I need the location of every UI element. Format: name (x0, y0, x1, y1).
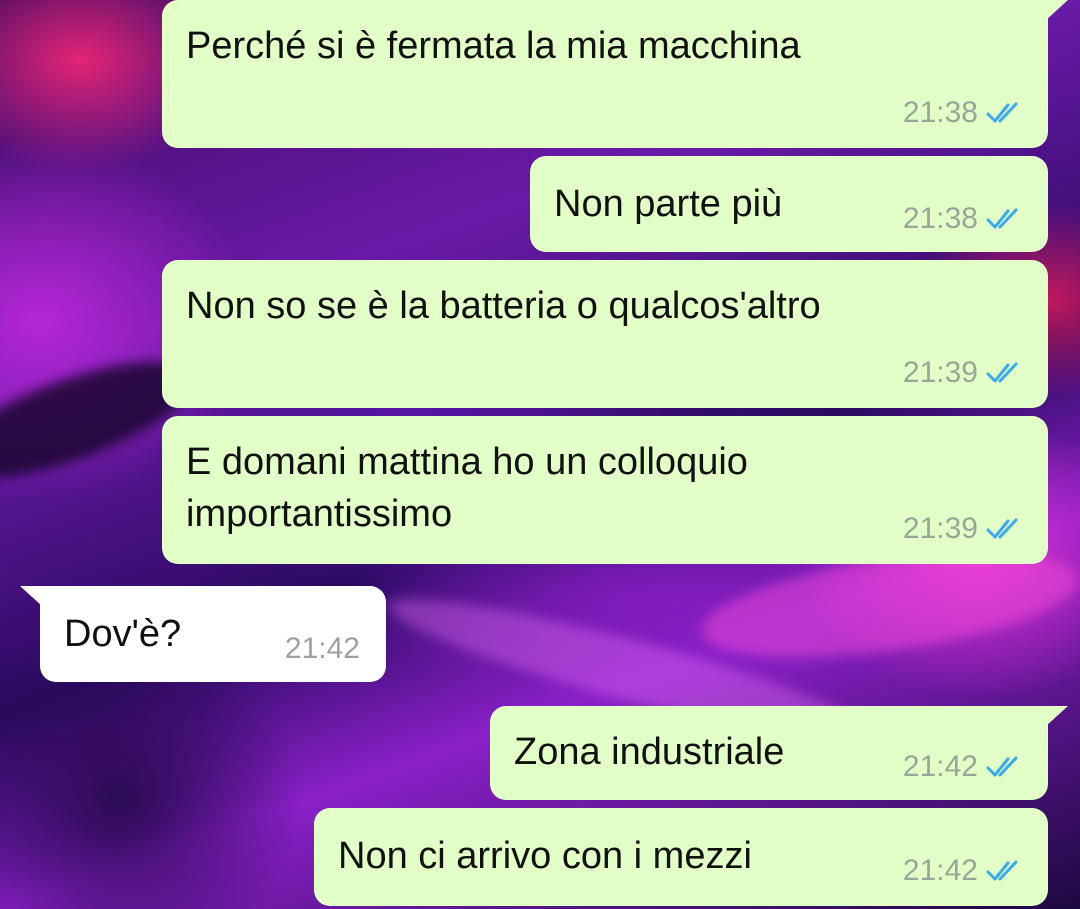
message-time: 21:39 (902, 512, 978, 545)
bubble-tail (1046, 706, 1068, 726)
message-time: 21:38 (902, 202, 978, 235)
message-bubble-outgoing[interactable]: Non ci arrivo con i mezzi 21:42 (314, 808, 1048, 906)
message-text-line: importantissimo (186, 493, 453, 535)
bubble-tail (1046, 0, 1068, 20)
message-bubble-outgoing[interactable]: Perché si è fermata la mia macchina 21:3… (162, 0, 1048, 148)
message-time: 21:42 (902, 854, 978, 887)
message-bubble-outgoing[interactable]: Non parte più 21:38 (530, 156, 1048, 252)
message-text-line: E domani mattina ho un colloquio (186, 441, 748, 483)
double-check-icon (986, 208, 1022, 230)
message-bubble-outgoing[interactable]: Non so se è la batteria o qualcos'altro … (162, 260, 1048, 408)
double-check-icon (986, 102, 1022, 124)
message-time: 21:42 (284, 632, 360, 665)
message-text: Perché si è fermata la mia macchina (186, 25, 801, 67)
message-text: Zona industriale (514, 731, 785, 773)
message-text: Dov'è? (64, 613, 182, 655)
double-check-icon (986, 362, 1022, 384)
message-bubble-incoming[interactable]: Dov'è? 21:42 (40, 586, 386, 682)
message-bubble-outgoing[interactable]: Zona industriale 21:42 (490, 706, 1048, 800)
message-bubble-outgoing[interactable]: E domani mattina ho un colloquio importa… (162, 416, 1048, 564)
message-time: 21:42 (902, 750, 978, 783)
message-time: 21:38 (902, 96, 978, 129)
double-check-icon (986, 756, 1022, 778)
message-text: Non parte più (554, 183, 783, 225)
message-text: Non ci arrivo con i mezzi (338, 835, 752, 877)
message-time: 21:39 (902, 356, 978, 389)
message-text: Non so se è la batteria o qualcos'altro (186, 285, 821, 327)
double-check-icon (986, 860, 1022, 882)
double-check-icon (986, 518, 1022, 540)
bubble-tail (20, 586, 42, 606)
